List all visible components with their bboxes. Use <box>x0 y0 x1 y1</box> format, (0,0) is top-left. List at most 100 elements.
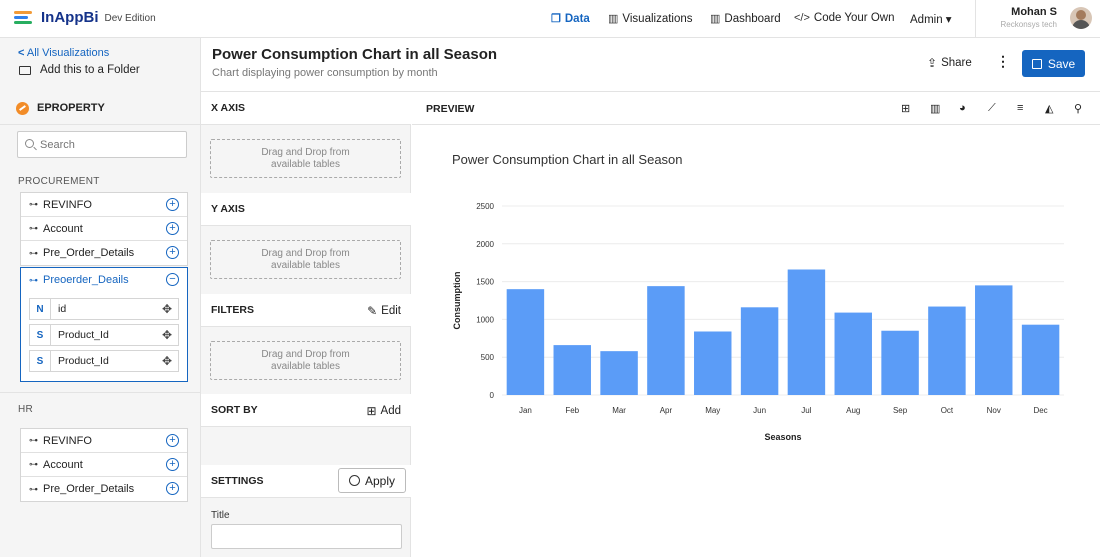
y-axis-header: Y AXIS <box>201 193 411 226</box>
y-axis-label: Consumption <box>452 272 462 330</box>
datasource-header[interactable]: EPROPERTY <box>0 92 200 125</box>
x-tick-label: May <box>705 406 720 415</box>
table-item-account[interactable]: ⊶ Account + <box>21 453 187 477</box>
y-tick-label: 0 <box>490 391 495 400</box>
field-type-badge: N <box>30 299 51 319</box>
app-logo[interactable]: InAppBi Dev Edition <box>14 9 156 26</box>
line-chart-icon[interactable]: ⟋ <box>988 102 996 115</box>
x-axis-drop-zone[interactable]: Drag and Drop from available tables <box>210 139 401 178</box>
plus-circle-icon[interactable]: + <box>166 222 179 235</box>
table-item-preoerder-deails[interactable]: ⊶ Preoerder_Deails − <box>21 268 187 292</box>
filters-header: FILTERS ✎ Edit <box>201 294 411 327</box>
x-tick-label: Jan <box>519 406 532 415</box>
table-link-icon: ⊶ <box>29 199 38 209</box>
back-link[interactable]: < All Visualizations <box>18 47 109 59</box>
pie-chart-icon[interactable]: ◕ <box>959 102 966 114</box>
x-axis-label: Seasons <box>764 432 801 442</box>
y-tick-label: 2500 <box>476 202 494 211</box>
move-icon[interactable]: ✥ <box>162 328 172 342</box>
bar-apr <box>647 286 685 395</box>
more-options-button[interactable]: ⋮ <box>996 53 1010 70</box>
plus-circle-icon[interactable]: + <box>166 458 179 471</box>
bar-chart-icon[interactable]: ▥ <box>930 102 940 115</box>
user-name[interactable]: Mohan S <box>1011 6 1057 18</box>
database-icon <box>16 101 29 115</box>
filters-drop-zone[interactable]: Drag and Drop from available tables <box>210 341 401 380</box>
x-tick-label: Jul <box>801 406 811 415</box>
title-input[interactable] <box>211 524 402 549</box>
bar-jul <box>787 269 826 395</box>
settings-header: SETTINGS Apply <box>201 465 411 498</box>
plus-circle-icon[interactable]: + <box>166 198 179 211</box>
bar-sep <box>881 330 919 395</box>
edit-icon: ✎ <box>367 304 378 318</box>
y-tick-label: 1000 <box>476 315 494 324</box>
plus-circle-icon[interactable]: + <box>166 482 179 495</box>
search-box[interactable] <box>17 131 187 158</box>
divider <box>0 392 200 393</box>
add-sort-button[interactable]: ⊞ Add <box>366 404 401 418</box>
nav-dashboard[interactable]: ▥ Dashboard <box>710 12 781 26</box>
area-chart-icon[interactable]: ◭ <box>1045 102 1053 115</box>
avatar[interactable] <box>1070 7 1092 29</box>
table-item-revinfo[interactable]: ⊶ REVINFO + <box>21 193 187 217</box>
top-nav-bar: InAppBi Dev Edition ❐ Data ▥ Visualizati… <box>0 0 1100 38</box>
table-item-account[interactable]: ⊶ Account + <box>21 217 187 241</box>
field-item[interactable]: S Product_Id ✥ <box>29 350 179 372</box>
table-link-icon: ⊶ <box>29 247 38 258</box>
x-tick-label: Apr <box>660 406 673 415</box>
page-header: < All Visualizations Add this to a Folde… <box>0 38 1100 92</box>
save-button[interactable]: Save <box>1022 50 1085 77</box>
plus-circle-icon[interactable]: + <box>166 434 179 447</box>
add-to-folder-button[interactable]: Add this to a Folder <box>19 64 140 76</box>
table-item-pre-order-details[interactable]: ⊶ Pre_Order_Details + <box>21 241 187 265</box>
search-icon <box>25 139 34 148</box>
x-tick-label: Dec <box>1033 406 1047 415</box>
group-label-hr: HR <box>18 404 34 415</box>
nav-visualizations[interactable]: ▥ Visualizations <box>608 12 693 26</box>
app-name: InAppBi <box>41 9 99 26</box>
x-tick-label: Jun <box>753 406 766 415</box>
share-button[interactable]: ⇪ Share <box>927 56 972 70</box>
bar-jun <box>740 307 779 395</box>
sort-by-header: SORT BY ⊞ Add <box>201 394 411 427</box>
logo-icon <box>14 10 34 26</box>
plus-circle-icon[interactable]: + <box>166 246 179 259</box>
x-tick-label: Aug <box>846 406 860 415</box>
table-icon[interactable]: ⊞ <box>901 102 910 115</box>
apply-button[interactable]: Apply <box>338 468 406 493</box>
move-icon[interactable]: ✥ <box>162 354 172 368</box>
table-link-icon: ⊶ <box>29 274 38 285</box>
divider <box>975 0 976 38</box>
y-tick-label: 1500 <box>476 278 494 287</box>
field-name: Product_Id <box>58 355 109 367</box>
map-pin-icon[interactable]: ⚲ <box>1074 102 1082 115</box>
bar-mar <box>600 351 638 395</box>
field-item[interactable]: N id ✥ <box>29 298 179 320</box>
user-org: Reckonsys tech <box>1000 20 1057 29</box>
page-title: Power Consumption Chart in all Season <box>212 46 498 63</box>
field-item[interactable]: S Product_Id ✥ <box>29 324 179 346</box>
nav-code-your-own[interactable]: </> Code Your Own <box>794 12 894 24</box>
share-icon: ⇪ <box>927 56 938 70</box>
x-tick-label: Oct <box>941 406 954 415</box>
table-link-icon: ⊶ <box>29 483 38 494</box>
nav-admin-dropdown[interactable]: Admin ▾ <box>910 12 952 26</box>
y-axis-drop-zone[interactable]: Drag and Drop from available tables <box>210 240 401 279</box>
move-icon[interactable]: ✥ <box>162 302 172 316</box>
x-tick-label: Nov <box>987 406 1001 415</box>
table-item-pre-order-details[interactable]: ⊶ Pre_Order_Details + <box>21 477 187 501</box>
preview-label: PREVIEW <box>426 103 475 115</box>
save-icon <box>1031 58 1042 69</box>
minus-circle-icon[interactable]: − <box>166 273 179 286</box>
field-name: Product_Id <box>58 329 109 341</box>
table-link-icon: ⊶ <box>29 435 38 445</box>
bar-oct <box>928 306 966 395</box>
table-link-icon: ⊶ <box>29 459 38 469</box>
nav-data[interactable]: ❐ Data <box>551 12 590 26</box>
table-item-revinfo[interactable]: ⊶ REVINFO + <box>21 429 187 453</box>
chevron-left-icon: < <box>18 47 25 59</box>
search-input[interactable] <box>40 132 180 157</box>
edit-filters-button[interactable]: ✎ Edit <box>367 304 401 318</box>
list-icon[interactable]: ≡ <box>1017 102 1023 114</box>
